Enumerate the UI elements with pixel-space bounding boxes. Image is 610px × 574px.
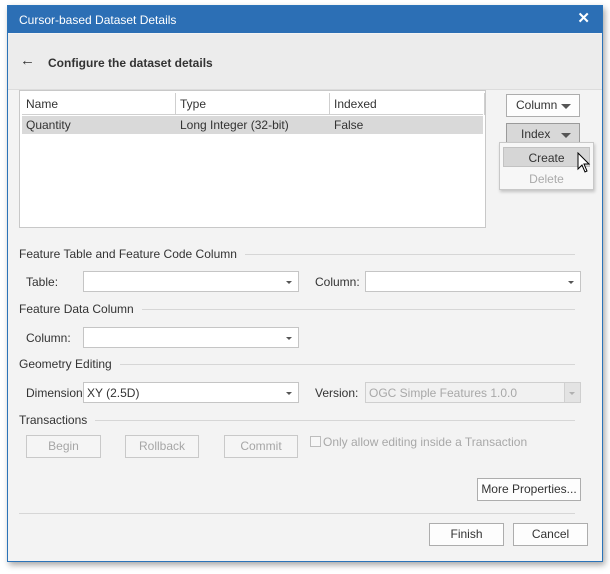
fields-grid[interactable]: Name Type Indexed Quantity Long Integer … bbox=[19, 90, 486, 228]
footer-divider bbox=[19, 513, 575, 514]
only-in-transaction-label: Only allow editing inside a Transaction bbox=[323, 435, 528, 449]
commit-button: Commit bbox=[224, 435, 298, 458]
column-header-name[interactable]: Name bbox=[22, 93, 176, 115]
chevron-down-icon bbox=[561, 104, 571, 109]
chevron-down-icon bbox=[568, 281, 574, 284]
cancel-button[interactable]: Cancel bbox=[513, 523, 588, 546]
chevron-down-icon bbox=[561, 133, 571, 138]
section-label: Geometry Editing bbox=[19, 357, 120, 371]
section-label: Feature Data Column bbox=[19, 302, 142, 316]
back-arrow-icon[interactable]: ← bbox=[20, 52, 35, 69]
dimension-combo[interactable]: XY (2.5D) bbox=[83, 382, 299, 403]
version-label: Version: bbox=[315, 386, 359, 400]
grid-header: Name Type Indexed bbox=[22, 93, 485, 115]
column-header-type[interactable]: Type bbox=[176, 93, 330, 115]
index-button-label: Index bbox=[521, 127, 551, 141]
chevron-down-icon bbox=[286, 392, 292, 395]
section-feature-data: Feature Data Column bbox=[19, 302, 575, 318]
chevron-down-icon bbox=[286, 281, 292, 284]
version-combo: OGC Simple Features 1.0.0 bbox=[365, 382, 581, 403]
column-button-label: Column bbox=[516, 98, 558, 112]
mouse-pointer-icon bbox=[577, 152, 591, 173]
section-label: Transactions bbox=[19, 413, 96, 427]
window-title: Cursor-based Dataset Details bbox=[19, 13, 177, 27]
feature-code-column-combo[interactable] bbox=[365, 271, 581, 292]
dimension-value: XY (2.5D) bbox=[87, 386, 140, 400]
cell-type: Long Integer (32-bit) bbox=[180, 118, 289, 132]
section-label: Feature Table and Feature Code Column bbox=[19, 247, 245, 261]
close-icon[interactable]: ✕ bbox=[577, 9, 590, 27]
column-header-indexed[interactable]: Indexed bbox=[330, 93, 485, 115]
table-row[interactable]: Quantity Long Integer (32-bit) False bbox=[22, 116, 483, 134]
cell-indexed: False bbox=[334, 118, 364, 132]
section-divider bbox=[19, 420, 575, 421]
rollback-button: Rollback bbox=[125, 435, 199, 458]
version-dropdown-button bbox=[564, 383, 580, 402]
table-label: Table: bbox=[26, 275, 59, 289]
page-header: ← Configure the dataset details bbox=[8, 34, 602, 90]
section-feature-table: Feature Table and Feature Code Column bbox=[19, 247, 575, 263]
chevron-down-icon bbox=[569, 392, 575, 395]
column-dropdown-button[interactable]: Column bbox=[506, 94, 580, 117]
feature-code-column-label: Column: bbox=[315, 275, 360, 289]
begin-button: Begin bbox=[26, 435, 101, 458]
finish-button[interactable]: Finish bbox=[429, 523, 504, 546]
more-properties-button[interactable]: More Properties... bbox=[477, 478, 581, 501]
dimension-label: Dimension: bbox=[26, 386, 87, 400]
table-combo[interactable] bbox=[83, 271, 299, 292]
page-title: Configure the dataset details bbox=[48, 56, 213, 70]
title-bar: Cursor-based Dataset Details ✕ bbox=[8, 6, 602, 33]
section-geometry-editing: Geometry Editing bbox=[19, 357, 575, 373]
feature-data-column-combo[interactable] bbox=[83, 327, 299, 348]
chevron-down-icon bbox=[286, 337, 292, 340]
cell-name: Quantity bbox=[26, 118, 71, 132]
only-in-transaction-checkbox bbox=[310, 436, 321, 447]
version-value: OGC Simple Features 1.0.0 bbox=[369, 386, 518, 400]
feature-data-column-label: Column: bbox=[26, 331, 71, 345]
section-transactions: Transactions bbox=[19, 413, 575, 429]
